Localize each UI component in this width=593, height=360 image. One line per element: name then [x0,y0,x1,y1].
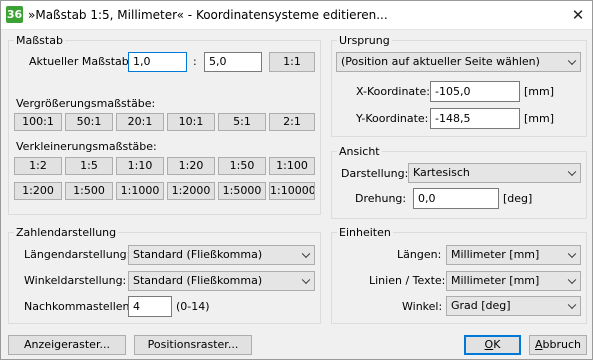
scale-1-5-button[interactable]: 1:5 [65,157,113,175]
scale-1-2000-button[interactable]: 1:2000 [167,182,215,200]
chevron-down-icon [567,167,577,177]
abbruch-button-label: bbruch [542,338,581,351]
positionsraster-button[interactable]: Positionsraster... [134,335,252,355]
winkel-combobox-value: Grad [deg] [451,299,511,312]
chevron-down-icon [301,249,311,259]
ursprung-combobox-value: (Position auf aktueller Seite wählen) [341,55,540,68]
ratio-1-1-button[interactable]: 1:1 [269,52,315,72]
winkel-label: Winkel: [402,300,443,313]
scale-5-1-button[interactable]: 5:1 [218,113,266,131]
scale-1-200-button[interactable]: 1:200 [14,182,62,200]
winkel-combobox[interactable]: Grad [deg] [446,296,581,316]
y-koordinate-input[interactable]: -148,5 [430,108,520,129]
x-koordinate-input[interactable]: -105,0 [430,81,520,102]
chevron-down-icon [567,56,577,66]
aktueller-massstab-label: Aktueller Maßstab: [29,55,133,68]
scale-100-1-button[interactable]: 100:1 [14,113,62,131]
scale-50-1-button[interactable]: 50:1 [65,113,113,131]
close-icon[interactable]: ✕ [566,3,590,27]
scale-1-5000-button[interactable]: 1:5000 [218,182,266,200]
x-koordinate-label: X-Koordinate: [356,85,430,98]
laengendarstellung-combobox[interactable]: Standard (Fließkomma) [128,245,315,265]
ursprung-group-label: Ursprung [337,34,392,47]
scale-1-50-button[interactable]: 1:50 [218,157,266,175]
verkleinerung-label: Verkleinerungsmaßstäbe: [16,140,157,153]
app-logo-icon: 36 [6,6,23,23]
linien-texte-combobox[interactable]: Millimeter [mm] [446,271,581,291]
nachkommastellen-label: Nachkommastellen: [24,300,134,313]
y-koordinate-label: Y-Koordinate: [356,112,429,125]
scale-1-2-button[interactable]: 1:2 [14,157,62,175]
darstellung-combobox-value: Kartesisch [413,166,470,179]
abbruch-button-mnemonic: A [534,338,543,351]
linien-texte-label: Linien / Texte: [369,274,446,287]
einheiten-laengen-combobox[interactable]: Millimeter [mm] [446,245,581,265]
scale-1-20-button[interactable]: 1:20 [167,157,215,175]
ursprung-combobox[interactable]: (Position auf aktueller Seite wählen) [336,52,581,72]
nachkommastellen-input[interactable]: 4 [128,296,172,317]
anzeigeraster-button[interactable]: Anzeigeraster... [8,335,126,355]
chevron-down-icon [567,275,577,285]
scale-1-10-button[interactable]: 1:10 [116,157,164,175]
vergroesserung-label: Vergrößerungsmaßstäbe: [16,97,156,110]
scale-1-100-button[interactable]: 1:100 [269,157,315,175]
scale-1-10000-button[interactable]: 1:10000 [269,182,315,200]
scale-2-1-button[interactable]: 2:1 [269,113,315,131]
linien-texte-combobox-value: Millimeter [mm] [451,274,540,287]
winkeldarstellung-combobox-value: Standard (Fließkomma) [133,274,263,287]
einheiten-laengen-combobox-value: Millimeter [mm] [451,248,540,261]
scale-10-1-button[interactable]: 10:1 [167,113,215,131]
chevron-down-icon [301,275,311,285]
einheiten-group-label: Einheiten [337,226,393,239]
laengendarstellung-label: Längendarstellung: [24,248,131,261]
scale-1-500-button[interactable]: 1:500 [65,182,113,200]
ok-button-label: K [493,338,501,351]
ok-button-mnemonic: O [484,338,494,351]
nachkommastellen-range: (0-14) [176,300,210,313]
abbruch-button[interactable]: Abbruch [529,335,587,355]
drehung-input[interactable]: 0,0 [413,188,499,209]
einheiten-laengen-label: Längen: [397,248,442,261]
massstab-value-1-input[interactable]: 1,0 [128,52,187,72]
drehung-unit: [deg] [503,192,533,205]
drehung-label: Drehung: [355,192,407,205]
laengendarstellung-combobox-value: Standard (Fließkomma) [133,248,263,261]
ok-button[interactable]: OK [464,335,521,355]
darstellung-combobox[interactable]: Kartesisch [408,163,581,183]
scale-1-1000-button[interactable]: 1:1000 [116,182,164,200]
massstab-value-2-input[interactable]: 5,0 [204,52,262,72]
massstab-colon: : [193,55,197,68]
zahlendarstellung-group-label: Zahlendarstellung [14,226,119,239]
scale-20-1-button[interactable]: 20:1 [116,113,164,131]
x-koordinate-unit: [mm] [524,85,555,98]
massstab-group-label: Maßstab [14,34,65,47]
winkeldarstellung-label: Winkeldarstellung: [24,274,127,287]
darstellung-label: Darstellung: [341,167,409,180]
chevron-down-icon [567,249,577,259]
ansicht-group-label: Ansicht [337,145,382,158]
chevron-down-icon [567,300,577,310]
winkeldarstellung-combobox[interactable]: Standard (Fließkomma) [128,271,315,291]
window-title: »Maßstab 1:5, Millimeter« - Koordinatens… [28,8,388,22]
y-koordinate-unit: [mm] [524,112,555,125]
